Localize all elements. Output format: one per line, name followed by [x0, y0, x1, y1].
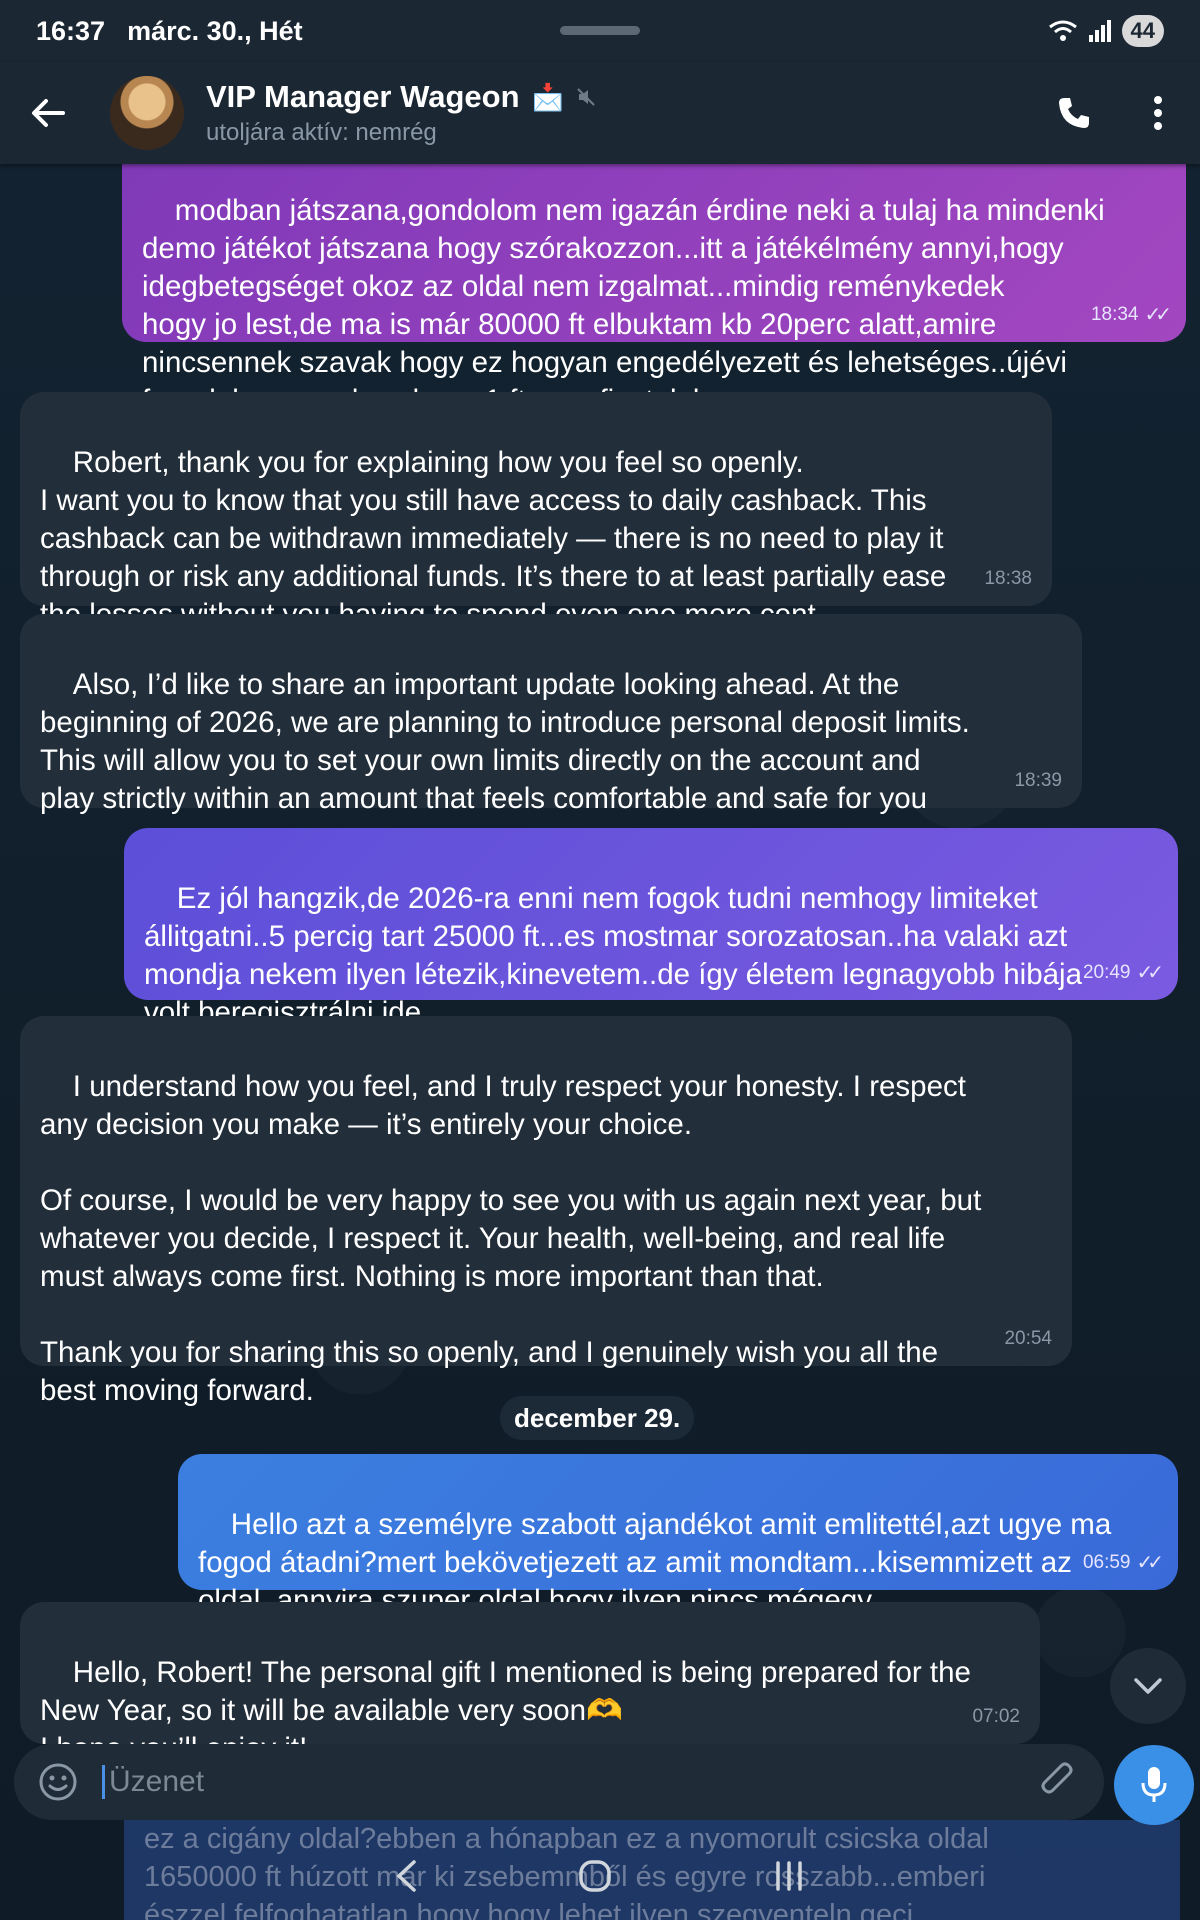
drag-handle[interactable] [560, 26, 640, 35]
scroll-down-button[interactable] [1110, 1648, 1186, 1724]
microphone-button[interactable] [1114, 1745, 1194, 1825]
nav-recents-button[interactable] [772, 1859, 806, 1902]
double-check-icon: ✓✓ [1136, 962, 1163, 984]
status-time: 16:37 [36, 15, 106, 46]
double-check-icon: ✓✓ [1144, 304, 1171, 326]
chat-header: VIP Manager Wageon 📩 utoljára aktív: nem… [0, 62, 1200, 164]
smiley-icon [39, 1763, 77, 1801]
message-text: Hello azt a személyre szabott ajandékot … [198, 1508, 1112, 1617]
emoji-button[interactable] [36, 1760, 80, 1804]
message-bubble-incoming[interactable]: Also, I’d like to share an important upd… [20, 614, 1082, 815]
battery-indicator: 44 [1121, 15, 1164, 47]
chat-title: VIP Manager Wageon [206, 79, 520, 114]
nav-recents-icon [776, 1860, 802, 1891]
chevron-down-icon [1134, 1678, 1162, 1694]
message-time: 20:49 [1082, 962, 1131, 983]
nav-home-button[interactable] [578, 1859, 612, 1902]
message-text: Robert, thank you for explaining how you… [40, 446, 947, 631]
double-check-icon: ✓✓ [1136, 1552, 1163, 1574]
nav-home-icon [579, 1859, 611, 1892]
message-input[interactable] [102, 1765, 1032, 1799]
signal-icon [1088, 20, 1111, 42]
call-button[interactable] [1032, 68, 1116, 158]
system-nav-bar [0, 1840, 1200, 1920]
date-separator: december 29. [500, 1396, 695, 1440]
envelope-emoji: 📩 [531, 81, 564, 112]
message-list[interactable]: modban játszana,gondolom nem igazán érdi… [0, 164, 1200, 1744]
message-bubble-incoming[interactable]: Hello, Robert! The personal gift I menti… [20, 1602, 1040, 1744]
message-text: Also, I’d like to share an important upd… [40, 668, 970, 815]
nav-back-icon [396, 1859, 416, 1892]
message-time: 07:02 [972, 1706, 1020, 1727]
message-time: 18:34 [1090, 304, 1139, 325]
more-vertical-icon [1154, 96, 1162, 130]
message-text: Hello, Robert! The personal gift I menti… [40, 1656, 971, 1744]
nav-back-button[interactable] [394, 1859, 418, 1902]
paperclip-icon [1041, 1762, 1073, 1794]
back-button[interactable] [0, 65, 96, 161]
arrow-left-icon [32, 99, 65, 127]
message-text: modban játszana,gondolom nem igazán érdi… [142, 194, 1105, 417]
status-bar: 16:37 márc. 30., Hét 44 [0, 0, 1200, 62]
muted-icon [577, 88, 595, 106]
message-time: 20:54 [1004, 1328, 1052, 1349]
message-time: 18:38 [984, 568, 1032, 589]
status-date: márc. 30., Hét [127, 15, 303, 46]
wifi-icon [1048, 20, 1077, 41]
microphone-icon [1141, 1767, 1167, 1802]
avatar[interactable] [110, 76, 184, 150]
message-composer [14, 1744, 1104, 1820]
phone-icon [1059, 98, 1089, 128]
chat-title-block[interactable]: VIP Manager Wageon 📩 utoljára aktív: nem… [206, 79, 596, 147]
message-time: 06:59 [1082, 1552, 1131, 1573]
more-options-button[interactable] [1116, 68, 1200, 158]
message-text: I understand how you feel, and I truly r… [40, 1070, 982, 1407]
message-text: Ez jól hangzik,de 2026-ra enni nem fogok… [144, 882, 1082, 1029]
message-bubble-incoming[interactable]: Robert, thank you for explaining how you… [20, 392, 1052, 631]
message-time: 18:39 [1014, 770, 1062, 791]
status-icons: 44 [1048, 15, 1164, 47]
chat-subtitle: utoljára aktív: nemrég [206, 119, 437, 146]
message-bubble-outgoing[interactable]: Hello azt a személyre szabott ajandékot … [178, 1454, 1178, 1617]
message-bubble-incoming[interactable]: I understand how you feel, and I truly r… [20, 1016, 1072, 1407]
message-bubble-outgoing[interactable]: modban játszana,gondolom nem igazán érdi… [122, 164, 1186, 417]
attach-button[interactable] [1032, 1757, 1082, 1807]
message-bubble-outgoing[interactable]: Ez jól hangzik,de 2026-ra enni nem fogok… [124, 828, 1178, 1029]
